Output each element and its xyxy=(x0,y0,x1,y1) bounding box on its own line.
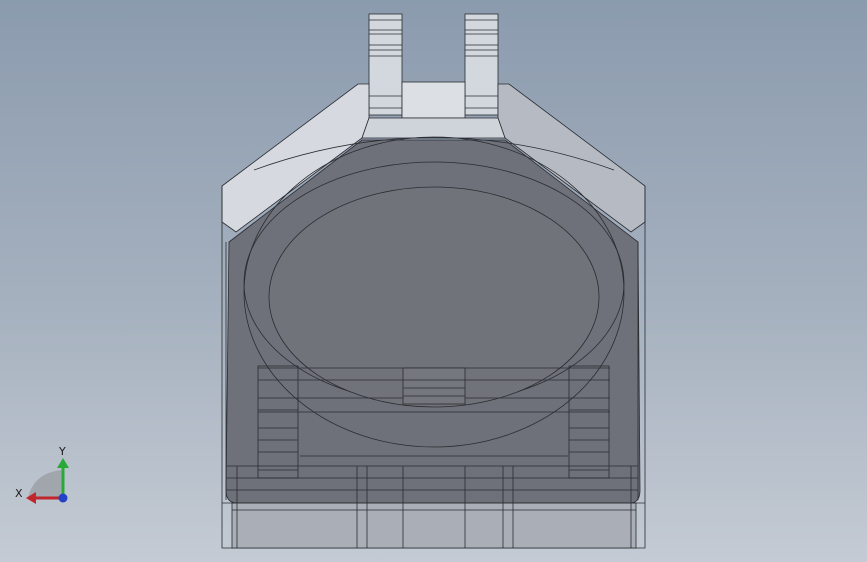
top-clip-left xyxy=(368,13,403,116)
y-axis-label: Y xyxy=(58,445,66,458)
z-axis-dot xyxy=(58,493,68,503)
top-clip-right xyxy=(464,13,499,116)
x-axis-label: X xyxy=(15,487,23,500)
cad-viewport[interactable]: Y X xyxy=(0,0,867,562)
part-model[interactable] xyxy=(221,13,646,549)
center-latch xyxy=(402,367,466,405)
orientation-triad[interactable]: Y X xyxy=(15,445,69,504)
roof-center-face xyxy=(401,81,466,119)
